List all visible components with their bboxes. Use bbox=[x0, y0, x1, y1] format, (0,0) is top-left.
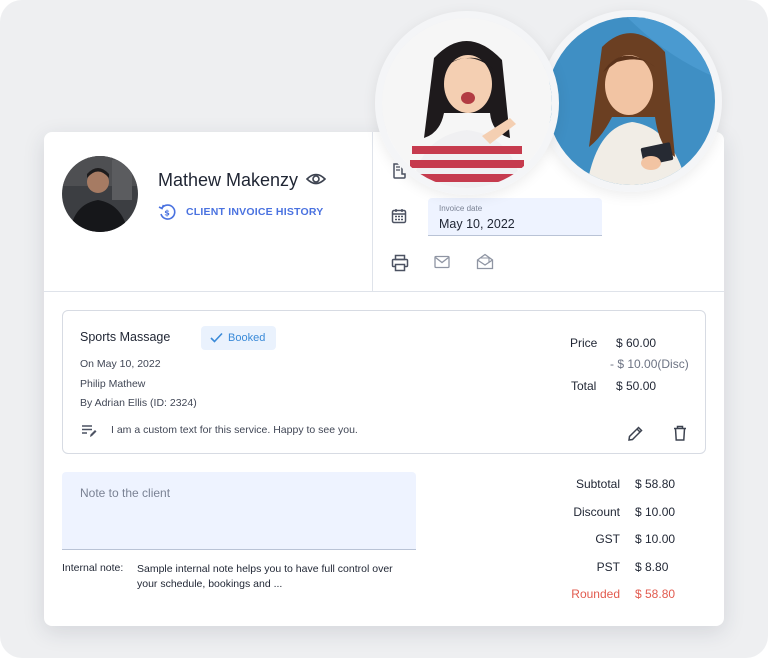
discount-total-value: $ 10.00 bbox=[635, 505, 676, 519]
service-date: On May 10, 2022 bbox=[80, 358, 161, 370]
client-invoice-history-link[interactable]: CLIENT INVOICE HISTORY bbox=[186, 206, 323, 218]
service-client: Philip Mathew bbox=[80, 378, 146, 390]
discount-total-label: Discount bbox=[573, 505, 620, 519]
invoice-date-label: Invoice date bbox=[439, 204, 483, 213]
invoice-date-value: May 10, 2022 bbox=[439, 217, 515, 231]
mail-icon[interactable] bbox=[434, 255, 450, 269]
service-staff: By Adrian Ellis (ID: 2324) bbox=[80, 397, 197, 409]
subtotal-value: $ 58.80 bbox=[635, 477, 676, 491]
internal-note-text: Sample internal note helps you to have f… bbox=[137, 563, 393, 590]
check-icon bbox=[210, 332, 223, 343]
pst-value: $ 8.80 bbox=[635, 560, 669, 574]
eye-icon[interactable] bbox=[306, 171, 326, 187]
invoice-date-field[interactable]: Invoice date May 10, 2022 bbox=[428, 198, 602, 236]
client-name: Mathew Makenzy bbox=[158, 170, 299, 190]
history-icon[interactable]: $ bbox=[158, 203, 176, 221]
photo-excited-woman bbox=[375, 11, 559, 195]
subtotal-label: Subtotal bbox=[575, 477, 620, 491]
gst-label: GST bbox=[595, 532, 620, 546]
delete-icon[interactable] bbox=[673, 425, 687, 441]
service-item: Sports Massage Booked On May 10, 2022 Ph… bbox=[62, 310, 706, 454]
mail-open-icon[interactable] bbox=[476, 253, 494, 270]
status-badge-label: Booked bbox=[228, 332, 266, 344]
service-custom-text: I am a custom text for this service. Hap… bbox=[111, 424, 358, 436]
header-divider-horizontal bbox=[44, 291, 724, 292]
rounded-label: Rounded bbox=[571, 587, 620, 601]
rounded-value: $ 58.80 bbox=[635, 587, 676, 601]
client-avatar[interactable] bbox=[62, 156, 138, 232]
photo-woman-with-card bbox=[540, 10, 722, 192]
invoice-card: Mathew Makenzy $ CLIENT INVOICE HISTORY … bbox=[44, 132, 724, 626]
pst-label: PST bbox=[596, 560, 620, 574]
header-divider-vertical bbox=[372, 132, 373, 292]
svg-text:$: $ bbox=[164, 209, 170, 218]
edit-icon[interactable] bbox=[628, 426, 643, 441]
service-title: Sports Massage bbox=[80, 330, 171, 344]
calendar-icon[interactable] bbox=[391, 208, 407, 224]
status-badge: Booked bbox=[201, 326, 276, 350]
print-icon[interactable] bbox=[391, 254, 409, 272]
total-value: $ 50.00 bbox=[616, 379, 657, 393]
client-note-placeholder: Note to the client bbox=[80, 486, 171, 500]
price-value: $ 60.00 bbox=[616, 336, 657, 350]
client-note-input[interactable]: Note to the client bbox=[62, 472, 416, 550]
notes-icon bbox=[82, 425, 97, 437]
internal-note-label: Internal note: bbox=[62, 562, 124, 574]
price-label: Price bbox=[570, 336, 598, 350]
discount-value: - $ 10.00(Disc) bbox=[610, 357, 689, 371]
gst-value: $ 10.00 bbox=[635, 532, 676, 546]
total-label: Total bbox=[571, 379, 597, 393]
